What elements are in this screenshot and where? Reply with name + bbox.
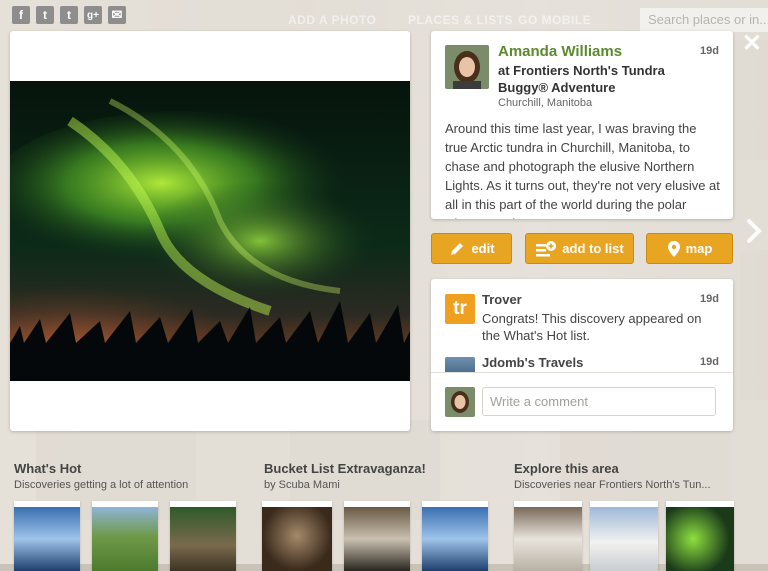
pencil-icon xyxy=(451,242,464,255)
background-nav: ADD A PHOTO PLACES & LISTS GO MOBILE xyxy=(288,13,591,27)
comment-composer xyxy=(431,372,733,431)
nav-places-lists: PLACES & LISTS xyxy=(408,13,514,27)
email-icon[interactable]: ✉ xyxy=(108,6,126,24)
thumbnail[interactable] xyxy=(344,501,410,571)
comment-author[interactable]: Jdomb's Travels xyxy=(482,355,583,370)
whats-hot-thumbnails xyxy=(14,501,236,571)
search-input: Search places or in... xyxy=(640,8,768,32)
thumbnail[interactable] xyxy=(666,501,734,571)
section-subtitle: by Scuba Mami xyxy=(264,479,340,491)
map-button[interactable]: map xyxy=(646,233,733,264)
add-to-list-button[interactable]: add to list xyxy=(525,233,634,264)
facebook-icon[interactable]: f xyxy=(12,6,30,24)
googleplus-icon[interactable]: g+ xyxy=(84,6,102,24)
section-title[interactable]: What's Hot xyxy=(14,461,188,476)
author-name[interactable]: Amanda Williams xyxy=(498,43,622,60)
section-title[interactable]: Bucket List Extravaganza! xyxy=(264,461,426,476)
thumbnail[interactable] xyxy=(92,501,158,571)
comment-author[interactable]: Trover xyxy=(482,292,522,307)
trover-logo-icon[interactable]: tr xyxy=(445,294,475,324)
add-to-list-label: add to list xyxy=(562,241,624,256)
close-icon[interactable]: ✕ xyxy=(742,32,762,56)
thumbnail[interactable] xyxy=(422,501,488,571)
avatar xyxy=(445,387,475,417)
list-add-icon xyxy=(536,240,557,256)
edit-button[interactable]: edit xyxy=(431,233,512,264)
twitter-icon[interactable]: t xyxy=(36,6,54,24)
thumbnail[interactable] xyxy=(262,501,332,571)
map-label: map xyxy=(685,241,713,256)
thumbnail[interactable] xyxy=(514,501,582,571)
section-subtitle: Discoveries getting a lot of attention xyxy=(14,479,189,491)
place-name[interactable]: at Frontiers North's Tundra Buggy® Adven… xyxy=(498,62,698,96)
bucket-list-thumbnails xyxy=(262,501,488,571)
post-detail-card: Amanda Williams 19d at Frontiers North's… xyxy=(431,31,733,219)
map-pin-icon xyxy=(667,240,680,257)
section-bucket-list: Bucket List Extravaganza! by Scuba Mami xyxy=(264,461,426,491)
comment-age: 19d xyxy=(700,293,719,305)
aurora-photo[interactable] xyxy=(10,81,410,381)
photo-card xyxy=(10,31,410,431)
nav-go-mobile: GO MOBILE xyxy=(518,13,592,27)
comments-card: tr Trover 19d Congrats! This discovery a… xyxy=(431,279,733,431)
post-description: Around this time last year, I was bravin… xyxy=(445,121,720,219)
comment-input[interactable] xyxy=(482,387,716,416)
thumbnail[interactable] xyxy=(14,501,80,571)
edit-label: edit xyxy=(471,241,495,256)
section-explore-area: Explore this area Discoveries near Front… xyxy=(514,461,711,491)
nav-add-photo: ADD A PHOTO xyxy=(288,13,377,27)
tumblr-icon[interactable]: t xyxy=(60,6,78,24)
thumbnail[interactable] xyxy=(170,501,236,571)
comment-age: 19d xyxy=(700,356,719,368)
post-age: 19d xyxy=(700,45,719,57)
section-title[interactable]: Explore this area xyxy=(514,461,711,476)
share-bar: f t t g+ ✉ xyxy=(12,6,126,24)
section-whats-hot: What's Hot Discoveries getting a lot of … xyxy=(14,461,188,491)
chevron-right-icon[interactable] xyxy=(744,218,764,244)
section-subtitle: Discoveries near Frontiers North's Tun..… xyxy=(514,479,711,491)
place-location: Churchill, Manitoba xyxy=(498,97,593,109)
explore-area-thumbnails xyxy=(514,501,734,571)
thumbnail[interactable] xyxy=(590,501,658,571)
action-row: edit add to list map xyxy=(431,233,733,265)
comment-text: Congrats! This discovery appeared on the… xyxy=(482,311,702,343)
avatar[interactable] xyxy=(445,45,489,89)
